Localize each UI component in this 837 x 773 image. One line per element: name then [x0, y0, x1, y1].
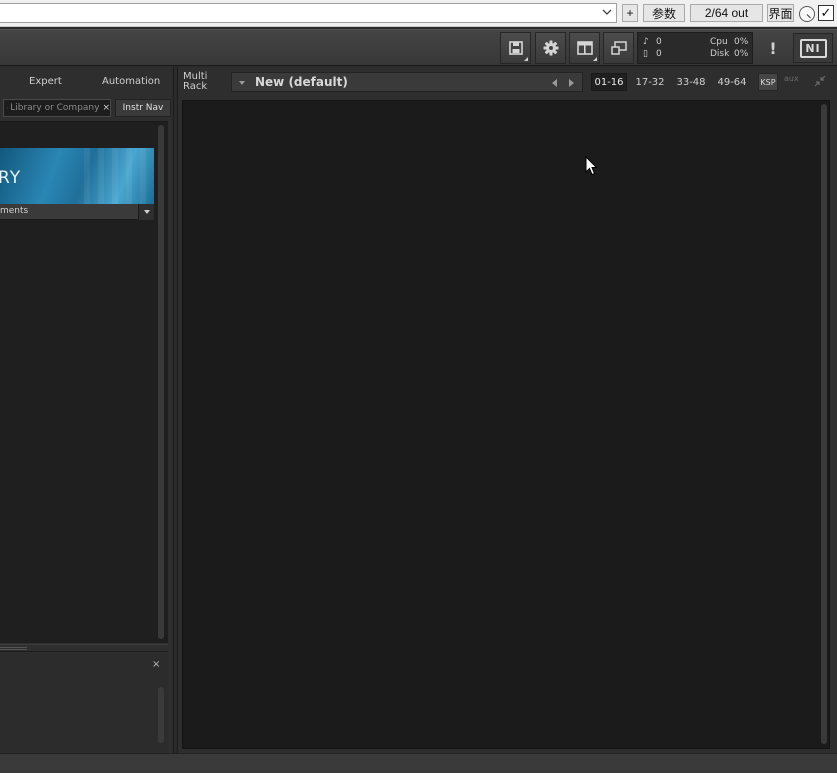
library-banner-text: RY [0, 168, 22, 188]
library-list[interactable]: RY ments [0, 121, 168, 643]
library-banner[interactable]: RY [0, 148, 154, 204]
collapse-icon[interactable] [814, 75, 826, 87]
host-ui-button[interactable]: 界面 [767, 4, 794, 22]
browser-panel: Expert Automation Library or Company × I… [0, 67, 174, 753]
disk-label: Disk [710, 49, 730, 59]
mouse-cursor-icon [585, 156, 597, 176]
multi-rack: Multi Rack New (default) 01-16 17-32 33-… [177, 67, 837, 753]
preset-menu-icon[interactable] [239, 81, 245, 85]
info-scrollbar[interactable] [158, 687, 164, 743]
view-button[interactable] [569, 32, 600, 64]
aux-button[interactable]: aux [784, 74, 799, 83]
host-bypass-checkbox[interactable]: ✓ [818, 5, 834, 21]
tab-expert[interactable]: Expert [29, 76, 62, 87]
gear-icon [543, 40, 558, 56]
alert-button[interactable]: ! [758, 32, 788, 64]
library-dropdown-label: ments [0, 206, 29, 216]
ni-logo-button[interactable]: NI [793, 33, 833, 63]
host-io-button[interactable]: 2/64 out [690, 4, 763, 22]
midi-value: 0 [656, 37, 662, 47]
host-params-button[interactable]: 参数 [643, 4, 685, 22]
search-icon [7, 107, 9, 109]
multi-preset-name: New (default) [255, 75, 348, 89]
library-search-placeholder: Library or Company [10, 103, 100, 113]
host-preset-select[interactable] [0, 3, 617, 23]
tab-automation[interactable]: Automation [102, 76, 160, 87]
save-button[interactable] [500, 32, 531, 64]
info-close-icon[interactable]: × [152, 659, 160, 670]
library-instruments-dropdown[interactable]: ments [0, 204, 154, 220]
rack-page-01-16[interactable]: 01-16 [591, 73, 627, 91]
rack-label: Multi Rack [183, 72, 207, 92]
rack-label-line2: Rack [183, 81, 208, 92]
ni-logo-icon: NI [799, 38, 827, 58]
cpu-label: Cpu [710, 37, 728, 47]
clear-search-icon[interactable]: × [102, 103, 110, 113]
host-toolbar: + 参数 2/64 out 界面 ✓ [0, 0, 837, 27]
performance-meters: ♪ 0 ▯ 0 Cpu 0% Disk 0% [637, 32, 753, 64]
resize-icon [610, 41, 627, 55]
midi-icon: ♪ [643, 37, 649, 47]
dropdown-arrow-icon[interactable] [138, 204, 154, 220]
rack-page-33-48[interactable]: 33-48 [673, 73, 709, 91]
previous-preset-icon[interactable] [552, 79, 557, 87]
host-add-button[interactable]: + [622, 4, 638, 22]
host-wet-knob[interactable] [799, 6, 815, 22]
disk-value: 0% [734, 49, 749, 59]
cpu-value: 0% [734, 37, 749, 47]
ksp-button[interactable]: KSP [758, 73, 778, 91]
info-pane: × [0, 653, 168, 753]
view-layout-icon [576, 41, 593, 55]
browser-splitter[interactable] [0, 644, 168, 652]
rack-page-49-64[interactable]: 49-64 [714, 73, 750, 91]
rack-scrollbar[interactable] [821, 104, 827, 744]
kontakt-header: ♪ 0 ▯ 0 Cpu 0% Disk 0% ! NI [0, 29, 837, 66]
chevron-down-icon [602, 9, 612, 15]
library-scrollbar[interactable] [158, 125, 164, 639]
options-button[interactable] [535, 32, 566, 64]
instr-nav-button[interactable]: Instr Nav [115, 99, 171, 117]
next-preset-icon[interactable] [569, 79, 574, 87]
bottom-status-bar [0, 753, 837, 773]
rack-instrument-area[interactable] [182, 100, 830, 749]
splitter-grip-icon[interactable] [0, 647, 27, 650]
voices-icon: ▯ [643, 49, 648, 59]
voices-value: 0 [656, 49, 662, 59]
save-icon [508, 41, 523, 55]
library-search-input[interactable]: Library or Company × [3, 99, 111, 117]
resize-button[interactable] [603, 32, 634, 64]
rack-page-17-32[interactable]: 17-32 [632, 73, 668, 91]
multi-preset-selector[interactable]: New (default) [231, 72, 583, 92]
